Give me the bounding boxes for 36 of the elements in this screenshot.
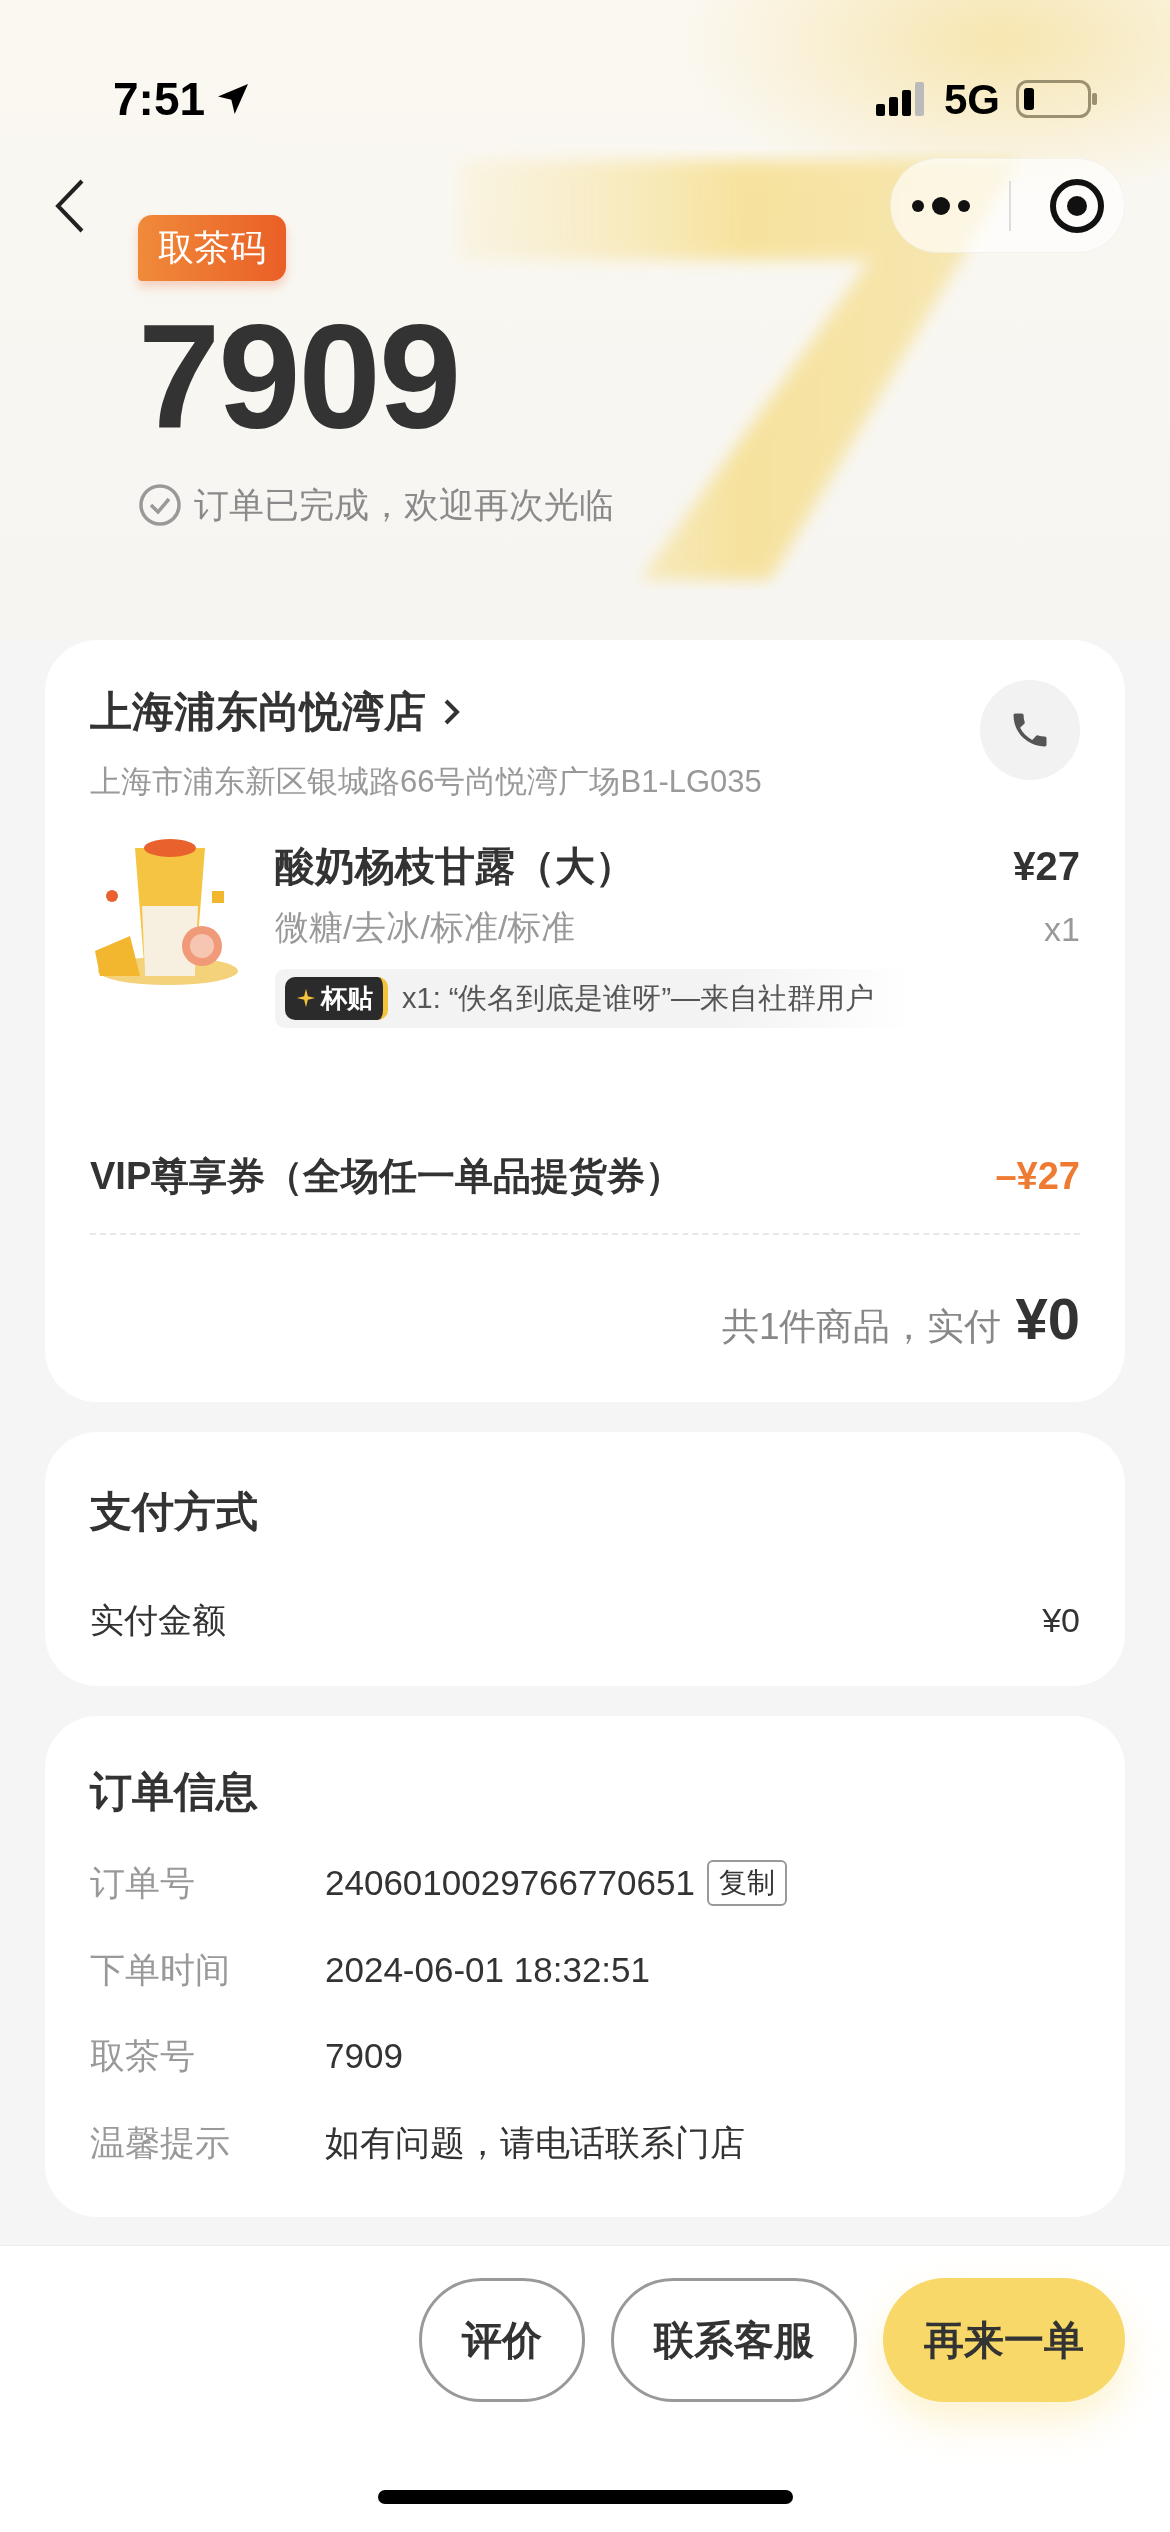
cup-sticker-text: x1: “佚名到底是谁呀”—来自社群用户 — [402, 980, 875, 1016]
product-name: 酸奶杨枝甘露（大） — [275, 842, 635, 890]
product-quantity: x1 — [1043, 908, 1080, 950]
pickup-code-badge: 取茶码 — [138, 215, 286, 281]
pickup-code: 7909 — [138, 303, 461, 451]
section-title: 支付方式 — [90, 1487, 259, 1537]
info-label: 下单时间 — [90, 1948, 231, 1991]
info-value: 7909 — [325, 2035, 403, 2077]
product-price: ¥27 — [1013, 842, 1080, 890]
payment-value: ¥0 — [1042, 1600, 1080, 1641]
status-time: 7:51 — [113, 71, 206, 127]
battery-icon — [1016, 80, 1098, 118]
section-title: 订单信息 — [90, 1767, 259, 1817]
copy-button[interactable]: 复制 — [706, 1860, 787, 1907]
close-button[interactable] — [1049, 177, 1106, 234]
total-label: 共1件商品，实付 — [721, 1305, 1002, 1349]
network-label: 5G — [943, 74, 1000, 125]
action-button[interactable]: 联系客服 — [611, 2278, 857, 2402]
check-circle-icon — [138, 483, 182, 528]
info-value: 如有问题，请电话联系门店 — [325, 2121, 745, 2164]
action-button[interactable]: 评价 — [419, 2278, 585, 2402]
store-link[interactable]: 上海浦东尚悦湾店 — [90, 680, 462, 743]
info-value: 2406010029766770651 — [325, 1862, 695, 1904]
info-label: 温馨提示 — [90, 2121, 231, 2164]
reorder-button[interactable]: 再来一单 — [883, 2278, 1125, 2402]
store-address: 上海市浦东新区银城路66号尚悦湾广场B1-LG035 — [90, 763, 762, 801]
info-value: 2024-06-01 18:32:51 — [325, 1948, 650, 1991]
payment-label: 实付金额 — [90, 1600, 226, 1641]
product-options: 微糖/去冰/标准/标准 — [275, 901, 635, 953]
cup-sticker-badge: 杯贴 — [285, 976, 388, 1020]
coupon-name: VIP尊享券（全场任一单品提货券） — [90, 1154, 684, 1199]
info-label: 订单号 — [90, 1862, 196, 1904]
coupon-discount: –¥27 — [995, 1154, 1080, 1199]
info-label: 取茶号 — [90, 2035, 196, 2077]
order-status-text: 订单已完成，欢迎再次光临 — [194, 484, 614, 526]
total-amount: ¥0 — [1015, 1285, 1080, 1353]
